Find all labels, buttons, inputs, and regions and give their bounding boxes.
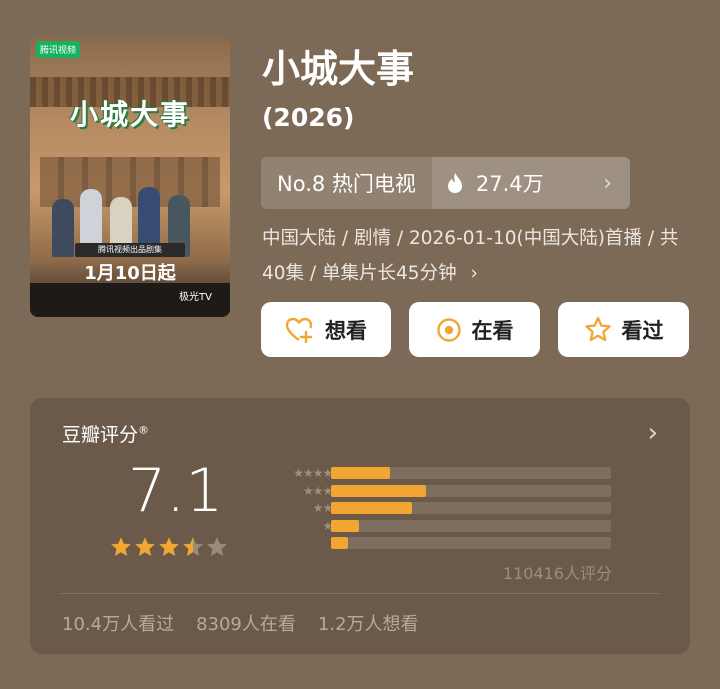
distribution-bar: [331, 467, 390, 479]
watching-count[interactable]: 8309人在看: [196, 610, 296, 636]
watched-label: 看过: [621, 318, 664, 343]
divider: [60, 593, 660, 594]
rating-star-icon: [159, 537, 179, 557]
platform-logo: 腾讯视频: [36, 41, 81, 58]
watched-button[interactable]: 看过: [558, 302, 689, 357]
heat-value: 27.4万: [475, 172, 544, 196]
poster-channel: 极光TV: [179, 292, 212, 303]
want-to-watch-button[interactable]: 想看: [261, 302, 391, 357]
rating-star-icon: [135, 537, 155, 557]
rating-title: 豆瓣评分®: [62, 423, 150, 446]
meta-info[interactable]: 中国大陆 / 剧情 / 2026-01-10(中国大陆)首播 / 共40集 / …: [262, 221, 692, 291]
rating-star-icon: [183, 537, 203, 557]
distribution-stars-icon: ★★★: [312, 501, 343, 515]
distribution-track: [331, 467, 611, 479]
distribution-row: ★★★: [250, 501, 611, 515]
chevron-right-icon[interactable]: ›: [648, 418, 658, 448]
watching-label: 在看: [471, 318, 514, 343]
poster-date: 1月10日起: [84, 263, 176, 284]
want-count[interactable]: 1.2万人想看: [318, 610, 419, 636]
target-icon: [436, 317, 461, 342]
want-label: 想看: [325, 318, 367, 343]
rating-score: 7.1: [128, 456, 224, 526]
heart-plus-icon: [285, 317, 313, 343]
distribution-stars-icon: ★★: [250, 519, 343, 533]
fire-icon: [447, 173, 462, 193]
distribution-track: [331, 502, 611, 514]
distribution-track: [331, 537, 611, 549]
rating-stars: [110, 536, 228, 558]
chevron-right-icon: ›: [603, 170, 612, 196]
watching-button[interactable]: 在看: [409, 302, 540, 357]
distribution-row: ★: [250, 536, 611, 550]
meta-chevron-icon: ›: [470, 263, 478, 284]
registered-mark: ®: [138, 423, 150, 437]
page-title: 小城大事: [262, 47, 415, 91]
distribution-bar: [331, 484, 427, 497]
distribution-bar: [331, 502, 413, 514]
rating-star-icon: [207, 537, 227, 557]
rating-star-icon: [111, 537, 131, 557]
rating-card[interactable]: 豆瓣评分® › 7.1 ★★★★★★★★★★★★★★★ 110416人评分 10…: [30, 398, 690, 654]
rating-count: 110416人评分: [502, 564, 612, 583]
distribution-row: ★★: [250, 519, 611, 533]
distribution-row: ★★★★★: [250, 466, 611, 480]
watched-count[interactable]: 10.4万人看过: [62, 610, 174, 636]
distribution-track: [331, 484, 611, 497]
watch-stats: 10.4万人看过 8309人在看 1.2万人想看: [62, 610, 419, 636]
distribution-stars-icon: ★★★★: [302, 483, 343, 498]
heat-section[interactable]: 27.4万 ›: [431, 157, 630, 209]
distribution-bar: [331, 537, 348, 549]
distribution-track: [331, 519, 611, 532]
rank-label: No.8 热门电视: [277, 172, 416, 196]
distribution-stars-icon: ★★★★★: [293, 466, 343, 480]
distribution-bar: [331, 519, 359, 532]
poster-title: 小城大事: [69, 98, 190, 131]
ranking-pill[interactable]: No.8 热门电视 27.4万 ›: [261, 157, 630, 209]
star-icon: [584, 316, 611, 342]
poster-band: 腾讯视频出品剧集: [75, 243, 185, 257]
distribution-row: ★★★★: [250, 483, 611, 498]
release-year: (2026): [262, 103, 355, 132]
poster-image[interactable]: 腾讯视频 小城大事 腾讯视频出品剧集 1月10日起 极光TV: [30, 37, 230, 317]
distribution-stars-icon: ★: [250, 536, 343, 550]
